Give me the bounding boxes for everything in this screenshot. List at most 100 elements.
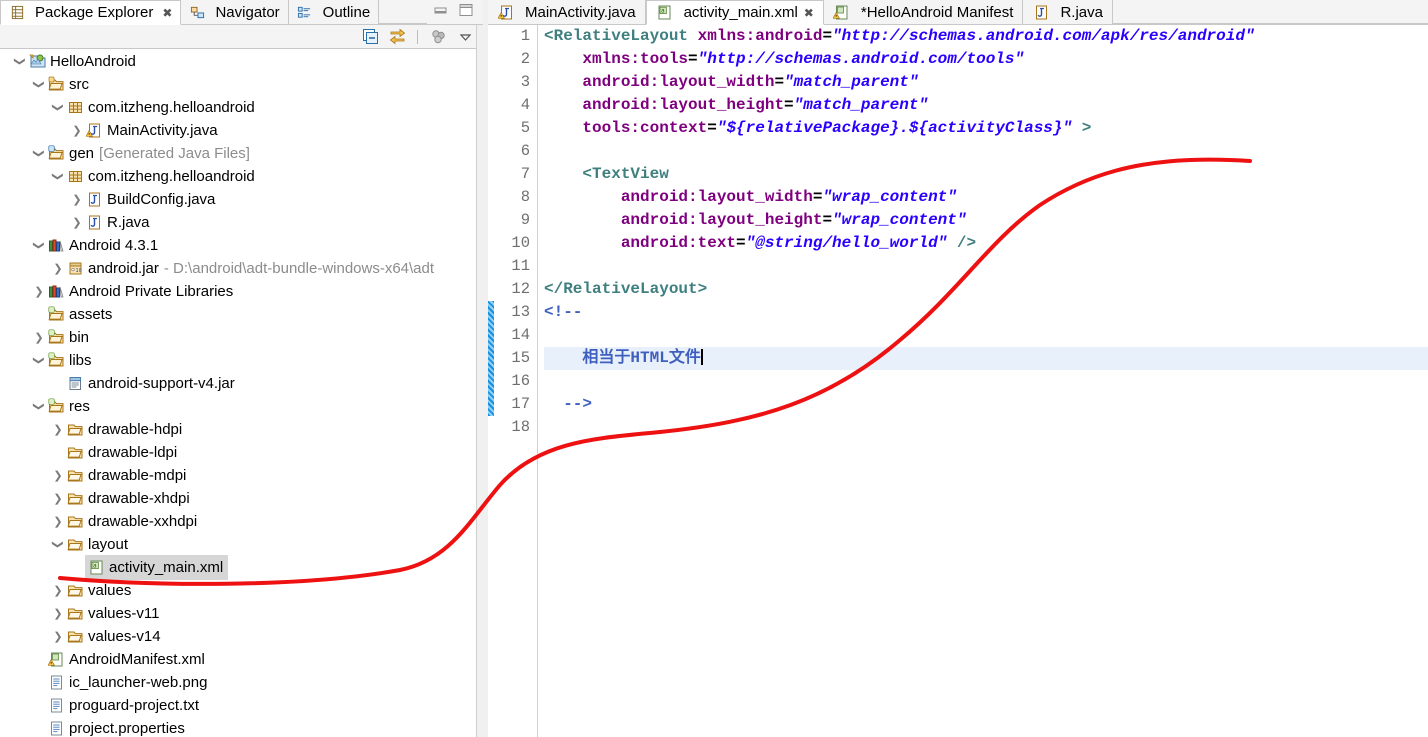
code-line[interactable] <box>544 416 1428 439</box>
chevron-right-icon[interactable]: ❯ <box>50 464 66 487</box>
chevron-down-icon[interactable] <box>456 28 474 46</box>
chevron-right-icon[interactable]: ❯ <box>50 625 66 648</box>
code-line[interactable]: android:layout_height="wrap_content" <box>544 209 1428 232</box>
line-number: 11 <box>511 257 530 275</box>
code-line[interactable]: --> <box>544 393 1428 416</box>
code-line[interactable] <box>544 370 1428 393</box>
code-line[interactable]: <!-- <box>544 301 1428 324</box>
chevron-down-icon[interactable]: ❯ <box>28 77 51 93</box>
tab-outline[interactable]: Outline <box>288 0 380 24</box>
tree-item-sublabel: [Generated Java Files] <box>99 145 250 162</box>
chevron-right-icon[interactable]: ❯ <box>50 487 66 510</box>
editor-tab-r-java[interactable]: R.java <box>1023 0 1113 24</box>
chevron-right-icon[interactable]: ❯ <box>50 418 66 441</box>
code-line[interactable] <box>544 324 1428 347</box>
tree-item-libs[interactable]: ❯ libs <box>0 349 475 372</box>
tree-item-mainactivity-java[interactable]: ❯ MainActivity.java <box>0 119 475 142</box>
tree-item-drawable-ldpi[interactable]: drawable-ldpi <box>0 441 475 464</box>
java-file-warning-icon <box>85 122 103 140</box>
code-line[interactable]: </RelativeLayout> <box>544 278 1428 301</box>
chevron-down-icon[interactable]: ❯ <box>47 100 70 116</box>
close-icon[interactable]: ✖ <box>804 6 814 20</box>
tree-item-drawable-xhdpi[interactable]: ❯ drawable-xhdpi <box>0 487 475 510</box>
chevron-down-icon[interactable]: ❯ <box>28 146 51 162</box>
tree-item-ic-launcher-web-png[interactable]: ic_launcher-web.png <box>0 671 475 694</box>
chevron-right-icon[interactable]: ❯ <box>69 119 85 142</box>
tree-item-drawable-xxhdpi[interactable]: ❯ drawable-xxhdpi <box>0 510 475 533</box>
link-with-editor-icon[interactable] <box>388 28 406 46</box>
collapse-all-icon[interactable] <box>361 28 379 46</box>
chevron-down-icon[interactable]: ❯ <box>28 399 51 415</box>
chevron-right-icon[interactable]: ❯ <box>69 211 85 234</box>
chevron-down-icon[interactable]: ❯ <box>28 353 51 369</box>
editor-tabbar: MainActivity.java a activity_main.xml ✖ *Hel… <box>488 0 1428 25</box>
code-line[interactable]: android:text="@string/hello_world" /> <box>544 232 1428 255</box>
maximize-button[interactable] <box>458 3 473 21</box>
tree-item-assets[interactable]: assets <box>0 303 475 326</box>
tree-item-android-jar[interactable]: ❯ 10 android.jar - D:\android\adt-bundle-wi… <box>0 257 475 280</box>
xml-source-editor[interactable]: 1 2 3 4 5 6 7 8 9 10 11 12 13 14 15 16 17 18 <RelativeLay… <box>488 25 1428 737</box>
editor-tab-label: R.java <box>1060 3 1103 21</box>
code-line[interactable]: 相当于HTML文件 <box>544 347 1428 370</box>
chevron-down-icon[interactable]: ❯ <box>47 169 70 185</box>
tree-item-drawable-mdpi[interactable]: ❯ drawable-mdpi <box>0 464 475 487</box>
code-line[interactable]: android:layout_height="match_parent" <box>544 94 1428 117</box>
code-line[interactable] <box>544 255 1428 278</box>
editor-tab-mainactivity-java[interactable]: MainActivity.java <box>488 0 646 24</box>
tree-item-project-properties[interactable]: project.properties <box>0 717 475 737</box>
tree-item-com-itzheng-helloandroid[interactable]: ❯ com.itzheng.helloandroid <box>0 96 475 119</box>
chevron-right-icon[interactable]: ❯ <box>50 602 66 625</box>
code-line[interactable]: xmlns:tools="http://schemas.android.com/… <box>544 48 1428 71</box>
tree-item-proguard-project-txt[interactable]: proguard-project.txt <box>0 694 475 717</box>
tab-package-explorer[interactable]: Package Explorer ✖ <box>0 0 182 25</box>
tree-item-label: drawable-xxhdpi <box>88 513 198 530</box>
tree-item-values-v14[interactable]: ❯ values-v14 <box>0 625 475 648</box>
tree-item-values[interactable]: ❯ values <box>0 579 475 602</box>
chevron-down-icon[interactable]: ❯ <box>9 54 32 70</box>
tree-item-buildconfig-java[interactable]: ❯ BuildConfig.java <box>0 188 475 211</box>
code-line[interactable] <box>544 140 1428 163</box>
tree-item-res[interactable]: ❯ res <box>0 395 475 418</box>
code-line[interactable]: tools:context="${relativePackage}.${acti… <box>544 117 1428 140</box>
editor-tab-activity-main-xml[interactable]: a activity_main.xml ✖ <box>645 0 824 25</box>
tree-item-activity-main-xml[interactable]: a activity_main.xml <box>0 555 475 580</box>
tree-item-values-v11[interactable]: ❯ values-v11 <box>0 602 475 625</box>
tree-item-android-support-v4-jar[interactable]: android-support-v4.jar <box>0 372 475 395</box>
tree-item-com-itzheng-helloandroid[interactable]: ❯ com.itzheng.helloandroid <box>0 165 475 188</box>
tree-item-helloandroid[interactable]: ❯ HelloAndroid <box>0 50 475 73</box>
tree-item-androidmanifest-xml[interactable]: AndroidManifest.xml <box>0 648 475 671</box>
filters-icon[interactable] <box>429 28 447 46</box>
folder-res-icon <box>47 306 65 324</box>
tree-item-content: HelloAndroid <box>28 50 136 73</box>
chevron-right-icon[interactable]: ❯ <box>31 280 47 303</box>
chevron-right-icon[interactable]: ❯ <box>50 257 66 280</box>
tree-item-gen[interactable]: ❯ gen [Generated Java Files] <box>0 142 475 165</box>
chevron-right-icon[interactable]: ❯ <box>50 579 66 602</box>
project-tree[interactable]: ❯ HelloAndroid ❯ src ❯ com.itzheng.helloandro… <box>0 50 476 737</box>
text-file-icon <box>47 674 65 692</box>
code-line[interactable]: <TextView <box>544 163 1428 186</box>
code-text[interactable]: <RelativeLayout xmlns:android="http://sc… <box>538 25 1428 737</box>
editor-tab--helloandroid-manifest[interactable]: *HelloAndroid Manifest <box>823 0 1024 24</box>
code-line[interactable]: android:layout_width="match_parent" <box>544 71 1428 94</box>
tree-item-android-4-3-1[interactable]: ❯ Android 4.3.1 <box>0 234 475 257</box>
tree-item-android-private-libraries[interactable]: ❯ Android Private Libraries <box>0 280 475 303</box>
tree-item-r-java[interactable]: ❯ R.java <box>0 211 475 234</box>
tab-navigator[interactable]: Navigator <box>181 0 289 24</box>
chevron-down-icon[interactable]: ❯ <box>47 537 70 553</box>
tree-item-drawable-hdpi[interactable]: ❯ drawable-hdpi <box>0 418 475 441</box>
tree-item-src[interactable]: ❯ src <box>0 73 475 96</box>
code-line[interactable]: <RelativeLayout xmlns:android="http://sc… <box>544 25 1428 48</box>
chevron-right-icon[interactable]: ❯ <box>31 326 47 349</box>
chevron-down-icon[interactable]: ❯ <box>28 238 51 254</box>
chevron-right-icon[interactable]: ❯ <box>69 188 85 211</box>
tree-item-label: drawable-hdpi <box>88 421 183 438</box>
close-icon[interactable]: ✖ <box>162 6 172 20</box>
code-line[interactable]: android:layout_width="wrap_content" <box>544 186 1428 209</box>
tree-item-bin[interactable]: ❯ bin <box>0 326 475 349</box>
minimize-button[interactable] <box>433 4 448 21</box>
chevron-right-icon[interactable]: ❯ <box>50 510 66 533</box>
tree-item-selected-content: a activity_main.xml <box>85 555 229 580</box>
tree-item-layout[interactable]: ❯ layout <box>0 533 475 556</box>
